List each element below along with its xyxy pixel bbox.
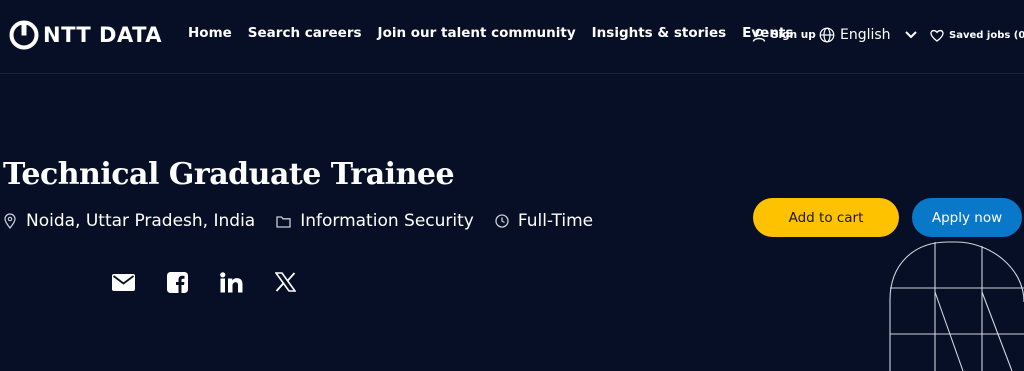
job-category: Information Security <box>276 211 474 231</box>
linkedin-icon <box>219 271 242 292</box>
facebook-icon <box>166 271 188 293</box>
job-location-text: Noida, Uttar Pradesh, India <box>26 211 256 231</box>
job-employment-type-text: Full-Time <box>517 211 594 231</box>
x-share-button[interactable] <box>273 270 297 294</box>
sign-up-link[interactable]: Sign up <box>752 22 816 48</box>
clock-icon <box>495 214 509 228</box>
logo-text: NTT DATA <box>43 23 163 47</box>
facebook-share-button[interactable] <box>165 270 189 294</box>
linkedin-share-button[interactable] <box>219 270 243 294</box>
nav-join-talent-community[interactable]: Join our talent community <box>378 25 576 41</box>
nav-insights-stories[interactable]: Insights & stories <box>592 25 726 41</box>
map-pin-icon <box>4 213 16 229</box>
language-selector[interactable]: English <box>819 22 918 48</box>
apply-now-button[interactable]: Apply now <box>912 198 1022 237</box>
job-employment-type: Full-Time <box>495 211 593 231</box>
nav-home[interactable]: Home <box>188 25 232 41</box>
job-meta: Noida, Uttar Pradesh, India Information … <box>3 211 614 231</box>
user-icon <box>752 28 766 42</box>
job-location: Noida, Uttar Pradesh, India <box>3 211 255 231</box>
language-label: English <box>840 27 891 43</box>
saved-jobs-label: Saved jobs (0) <box>949 29 1024 41</box>
email-icon <box>111 273 135 291</box>
nav-search-careers[interactable]: Search careers <box>248 25 362 41</box>
job-title: Technical Graduate Trainee <box>3 157 455 192</box>
saved-jobs-link[interactable]: Saved jobs (0) <box>930 22 1024 48</box>
top-navigation-bar: NTT DATA Home Search careers Join our ta… <box>0 0 1024 74</box>
add-to-cart-button[interactable]: Add to cart <box>753 198 899 237</box>
decorative-line-graphic <box>889 241 1024 371</box>
job-category-text: Information Security <box>300 211 474 231</box>
globe-icon <box>819 27 835 43</box>
sign-up-label: Sign up <box>771 29 816 41</box>
main-nav: Home Search careers Join our talent comm… <box>188 25 793 41</box>
ntt-logo-mark-icon <box>9 20 39 50</box>
folder-icon <box>276 215 291 228</box>
email-share-button[interactable] <box>111 270 135 294</box>
share-links <box>111 270 297 294</box>
heart-icon <box>930 29 944 42</box>
x-icon <box>274 272 296 292</box>
ntt-data-logo[interactable]: NTT DATA <box>9 20 162 50</box>
chevron-down-icon <box>904 31 917 39</box>
